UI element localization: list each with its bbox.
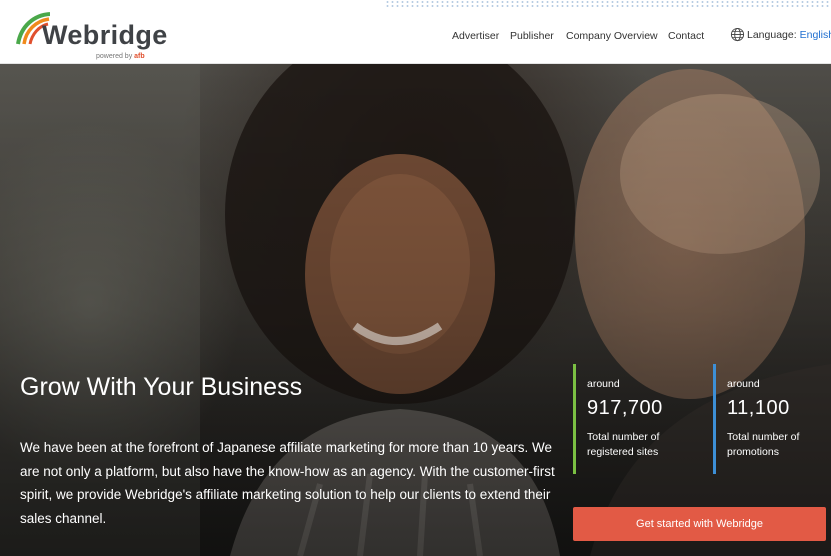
language-selector[interactable]: Language: English xyxy=(730,27,831,42)
stat-accent-bar xyxy=(713,364,716,474)
stat-label: Total number of registered sites xyxy=(587,431,660,458)
tagline-prefix: powered by xyxy=(96,53,133,60)
logo-tagline: powered by afb xyxy=(96,53,145,60)
globe-icon xyxy=(730,27,745,42)
tagline-brand: afb xyxy=(134,53,145,60)
logo-wordmark: Webridge xyxy=(42,20,168,50)
hero-title: Grow With Your Business xyxy=(20,373,303,401)
site-header: Webridge powered by afb Advertiser Publi… xyxy=(0,0,831,64)
language-label: Language: xyxy=(747,28,797,41)
stat-promotions: around 11,100 Total number of promotions xyxy=(713,364,831,474)
nav-item-contact[interactable]: Contact xyxy=(668,30,704,42)
language-value[interactable]: English xyxy=(800,29,831,41)
nav-item-publisher[interactable]: Publisher xyxy=(510,30,554,42)
webridge-logo[interactable]: Webridge powered by afb xyxy=(16,10,168,60)
stat-accent-bar xyxy=(573,364,576,474)
header-dot-pattern xyxy=(385,0,831,7)
stat-registered-sites: around 917,700 Total number of registere… xyxy=(573,364,698,474)
hero-description: We have been at the forefront of Japanes… xyxy=(20,440,555,526)
stat-prefix: around xyxy=(587,378,620,390)
nav-item-advertiser[interactable]: Advertiser xyxy=(452,30,499,42)
nav-item-company-overview[interactable]: Company Overview xyxy=(566,30,658,42)
stat-value: 917,700 xyxy=(587,397,663,419)
stat-label: Total number of promotions xyxy=(727,431,800,458)
stat-value: 11,100 xyxy=(727,397,790,419)
get-started-button[interactable]: Get started with Webridge xyxy=(573,507,826,541)
hero-section: Grow With Your Business We have been at … xyxy=(0,64,831,556)
stat-prefix: around xyxy=(727,378,760,390)
